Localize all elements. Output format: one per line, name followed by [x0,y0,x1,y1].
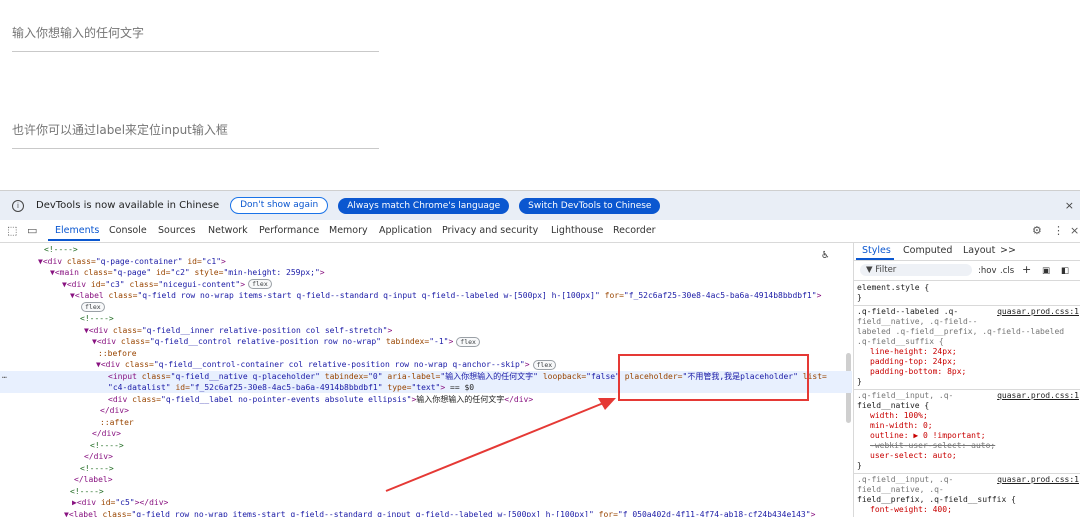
annotation-arrow-icon [0,0,1080,516]
